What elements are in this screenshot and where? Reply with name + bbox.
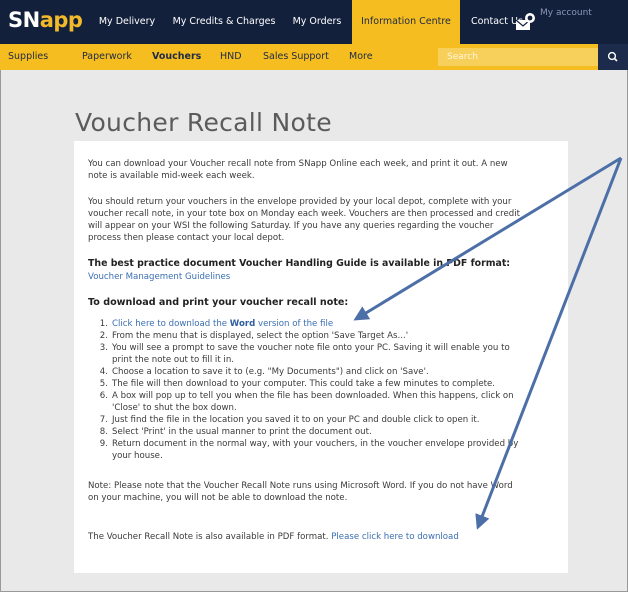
voucher-guidelines-link[interactable]: Voucher Management Guidelines (88, 271, 556, 283)
nav-my-credits-charges[interactable]: My Credits & Charges (166, 0, 282, 44)
intro-line: You should return your vouchers in the e… (88, 197, 512, 207)
step-9: 9. Return document in the normal way, wit… (96, 438, 556, 462)
download-word-link[interactable]: Click here to download the Word version … (112, 319, 333, 329)
subnav-paperwork[interactable]: Paperwork (82, 44, 132, 70)
download-heading: To download and print your voucher recal… (88, 297, 349, 308)
step-5: 5. The file will then download to your co… (96, 378, 556, 390)
subnav-sales-support[interactable]: Sales Support (263, 44, 329, 70)
step-7: 7. Just find the file in the location you… (96, 414, 556, 426)
intro-paragraph-2: You should return your vouchers in the e… (88, 196, 556, 244)
step-number: 7. (99, 415, 108, 425)
page-title: Voucher Recall Note (75, 108, 332, 137)
step-number: 5. (99, 379, 108, 389)
nav-my-delivery[interactable]: My Delivery (88, 0, 166, 44)
step-number: 2. (99, 331, 108, 341)
intro-line: process then please contact your local d… (88, 233, 285, 243)
note-line: on your machine, you will not be able to… (88, 493, 348, 503)
top-navigation-bar: SNapp My Delivery My Credits & Charges M… (0, 0, 628, 44)
step-text: The file will then download to your comp… (112, 379, 496, 389)
step-text: Choose a location to save it to (e.g. "M… (112, 367, 429, 377)
step-1: 1. Click here to download the Word versio… (96, 318, 556, 330)
nav-information-centre[interactable]: Information Centre (352, 0, 460, 44)
step-8: 8. Select 'Print' in the usual manner to … (96, 426, 556, 438)
search-button[interactable] (598, 44, 628, 70)
note-paragraph: Note: Please note that the Voucher Recal… (88, 480, 556, 504)
intro-paragraph-1: You can download your Voucher recall not… (88, 158, 556, 182)
step-number: 6. (99, 391, 108, 401)
logo-app: app (39, 8, 83, 32)
step-text: You will see a prompt to save the vouche… (112, 343, 510, 353)
step-text-cont: print the note out to fill it in. (112, 355, 234, 365)
step-text: From the menu that is displayed, select … (112, 331, 409, 341)
step-number: 8. (99, 427, 108, 437)
subnav-hnd[interactable]: HND (220, 44, 242, 70)
step-4: 4. Choose a location to save it to (e.g. … (96, 366, 556, 378)
step-text: Just find the file in the location you s… (112, 415, 480, 425)
subnav-vouchers[interactable]: Vouchers (152, 44, 201, 70)
subnav-supplies[interactable]: Supplies (8, 44, 48, 70)
link-text: version of the file (255, 319, 334, 329)
search-icon (607, 51, 618, 62)
intro-line: note is available mid-week each week. (88, 171, 255, 181)
subnav-more[interactable]: More (349, 44, 373, 70)
account-mail-icon[interactable] (514, 10, 536, 34)
intro-line: will appear on your WSI the following Sa… (88, 221, 494, 231)
intro-line: voucher recall note, in your tote box on… (88, 209, 520, 219)
step-3: 3. You will see a prompt to save the vouc… (96, 342, 556, 366)
link-bold-word: Word (229, 319, 256, 329)
logo-sn: SN (8, 8, 40, 32)
my-account-link[interactable]: My account (540, 8, 592, 18)
pdf-text: The Voucher Recall Note is also availabl… (88, 532, 332, 542)
snapp-logo[interactable]: SNapp (8, 8, 83, 32)
step-text: Select 'Print' in the usual manner to pr… (112, 427, 372, 437)
link-text: Click here to download the (112, 319, 230, 329)
note-line: Note: Please note that the Voucher Recal… (88, 481, 513, 491)
step-text: A box will pop up to tell you when the f… (112, 391, 514, 401)
step-number: 4. (99, 367, 108, 377)
pdf-paragraph: The Voucher Recall Note is also availabl… (88, 531, 556, 543)
step-number: 9. (99, 439, 108, 449)
intro-line: You can download your Voucher recall not… (88, 159, 508, 169)
step-number: 1. (99, 319, 108, 329)
pdf-download-link[interactable]: Please click here to download (331, 532, 459, 542)
nav-my-orders[interactable]: My Orders (282, 0, 352, 44)
search-input[interactable] (438, 48, 598, 66)
best-practice-text: The best practice document Voucher Handl… (88, 258, 511, 269)
step-6: 6. A box will pop up to tell you when the… (96, 390, 556, 414)
step-text-cont: 'Close' to shut the box down. (112, 403, 237, 413)
step-number: 3. (99, 343, 108, 353)
step-2: 2. From the menu that is displayed, selec… (96, 330, 556, 342)
step-text: Return document in the normal way, with … (112, 439, 519, 449)
step-text-cont: your house. (112, 451, 163, 461)
sub-navigation-bar: Supplies Paperwork Vouchers HND Sales Su… (0, 44, 628, 70)
